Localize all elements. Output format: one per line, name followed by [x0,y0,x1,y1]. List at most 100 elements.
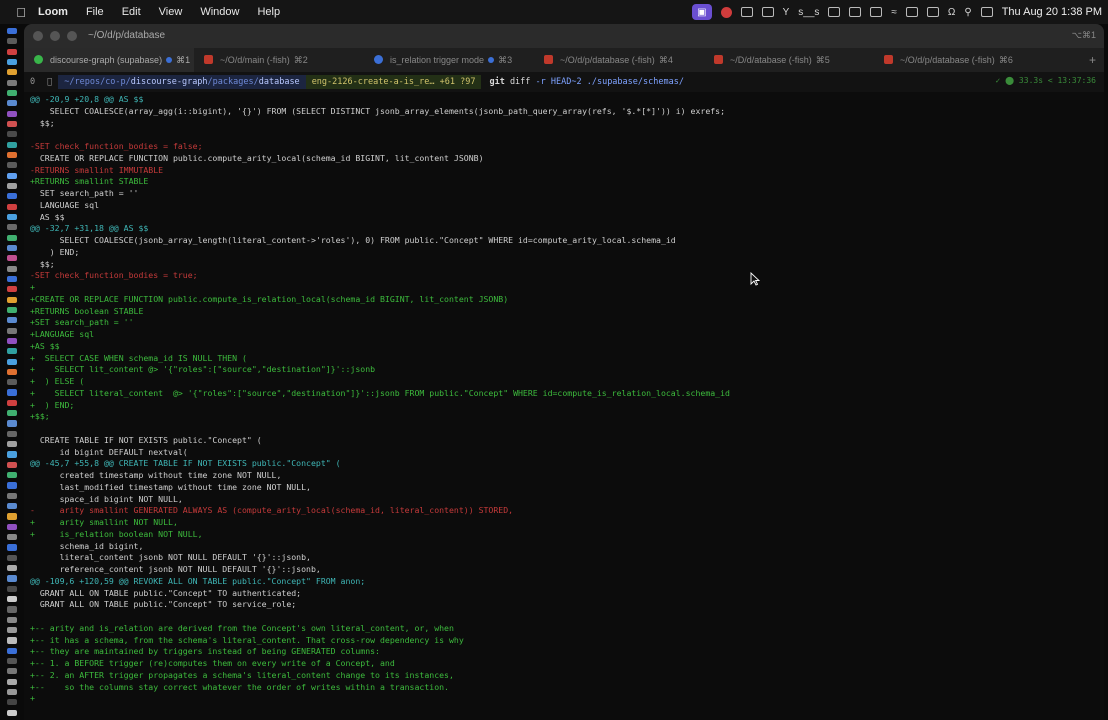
dock-app-icon[interactable] [7,317,17,324]
menu-window[interactable]: Window [200,6,239,18]
dock-app-icon[interactable] [7,182,17,190]
dock-app-icon[interactable] [7,151,17,159]
clock[interactable]: Thu Aug 20 1:38 PM [1002,6,1102,18]
keyboard-icon[interactable] [905,7,918,17]
dock-app-icon[interactable] [7,100,17,107]
dock-app-icon[interactable] [7,358,17,365]
tab-3[interactable]: is_relation trigger mode ⌘3 [364,48,534,72]
dock-app-icon[interactable] [7,472,17,479]
dock-app-icon[interactable] [7,58,17,66]
dock-app-icon[interactable] [7,389,17,396]
dock-app-icon[interactable] [7,286,17,293]
dock-app-icon[interactable] [7,296,17,303]
dock-app-icon[interactable] [7,410,17,417]
list-icon[interactable] [761,7,774,17]
menu-edit[interactable]: Edit [122,6,141,18]
menu-file[interactable]: File [86,6,104,18]
menu-help[interactable]: Help [257,6,280,18]
dock-app-icon[interactable] [7,172,17,179]
dock-app-icon[interactable] [7,616,17,623]
tab-2[interactable]: ~/O/d/main (-fish) ⌘2 [194,48,364,72]
close-button[interactable] [33,31,43,41]
tab-6[interactable]: ~/O/d/p/database (-fish) ⌘6 [874,48,1044,72]
dock-app-icon[interactable] [7,141,17,148]
wifi-icon[interactable]: ≈ [891,7,897,18]
dock-app-icon[interactable] [7,193,17,200]
menu-app-name[interactable]: Loom [38,6,68,18]
dock-app-icon[interactable] [7,678,17,685]
dock-app-icon[interactable] [7,709,17,716]
dock-app-icon[interactable] [7,534,17,541]
dock-app-icon[interactable] [7,348,17,355]
calendar-icon[interactable] [870,7,883,17]
dock-app-icon[interactable] [7,668,17,675]
dock-app-icon[interactable] [7,69,17,76]
dock-app-icon[interactable] [7,482,17,489]
warning-icon[interactable] [740,7,753,17]
dock-app-icon[interactable] [7,492,17,499]
dock-app-icon[interactable] [7,306,17,313]
dock-app-icon[interactable] [7,255,17,262]
dock-app-icon[interactable] [7,79,17,86]
dock-app-icon[interactable] [7,120,17,128]
dock-app-icon[interactable] [7,585,17,592]
minimize-button[interactable] [50,31,60,41]
dock-app-icon[interactable] [7,430,17,437]
dock-app-icon[interactable] [7,213,17,221]
dock-app-icon[interactable] [7,337,17,344]
dock-app-icon[interactable] [7,658,17,665]
dock-app-icon[interactable] [7,224,17,231]
dock-app-icon[interactable] [7,513,17,520]
menu-view[interactable]: View [159,6,183,18]
dock-app-icon[interactable] [7,544,17,551]
dock-app-icon[interactable] [7,244,17,252]
dock-app-icon[interactable] [7,606,17,613]
search-icon[interactable]: ⚲ [964,7,971,18]
dock-app-icon[interactable] [7,131,17,138]
dock-app-icon[interactable] [7,234,17,241]
dock-app-icon[interactable] [7,523,17,530]
dock-app-icon[interactable] [7,28,17,35]
dock-app-icon[interactable] [7,38,17,45]
dock-app-icon[interactable] [7,565,17,572]
dock-app-icon[interactable] [7,689,17,696]
battery-icon[interactable] [926,7,939,17]
fork-icon[interactable]: Y [783,7,790,18]
display-icon[interactable] [849,7,862,17]
new-tab-button[interactable]: + [1089,53,1096,67]
control-center-icon[interactable] [980,7,993,17]
dock-app-icon[interactable] [7,265,17,272]
dock-app-icon[interactable] [7,627,17,634]
dock-app-icon[interactable] [7,451,17,458]
dock-app-icon[interactable] [7,637,17,644]
dock-app-icon[interactable] [7,554,17,561]
screen-record-icon[interactable]: ▣ [692,4,712,20]
tab-5[interactable]: ~/D/d/atabase (-fish) ⌘5 [704,48,874,72]
headphones-icon[interactable]: Ω [948,7,955,18]
dock-app-icon[interactable] [7,368,17,375]
tab-4[interactable]: ~/O/d/p/database (-fish) ⌘4 [534,48,704,72]
battery-mini-icon[interactable] [828,7,841,17]
dock-app-icon[interactable] [7,647,17,654]
dock-app-icon[interactable] [7,275,17,283]
dock-app-icon[interactable] [7,461,17,468]
status-text[interactable]: s__s [798,7,819,18]
dock-app-icon[interactable] [7,89,17,97]
dock-app-icon[interactable] [7,162,17,169]
dock-app-icon[interactable] [7,596,17,603]
dock-app-icon[interactable] [7,441,17,448]
dock-app-icon[interactable] [7,503,17,510]
tab-1[interactable]: discourse-graph (supabase) ⌘1 [24,48,194,72]
dock-app-icon[interactable] [7,48,17,55]
dock-app-icon[interactable] [7,399,17,406]
dock-app-icon[interactable] [7,420,17,427]
apple-icon[interactable]:  [14,5,28,20]
dock-app-icon[interactable] [7,203,17,210]
dock-app-icon[interactable] [7,575,17,582]
dock-app-icon[interactable] [7,699,17,706]
dock-app-icon[interactable] [7,110,17,117]
dock-app-icon[interactable] [7,327,17,334]
record-dot-icon[interactable] [720,6,732,18]
terminal-output[interactable]: @@ -20,9 +20,8 @@ AS $$ SELECT COALESCE(… [30,94,1100,705]
dock-app-icon[interactable] [7,379,17,386]
